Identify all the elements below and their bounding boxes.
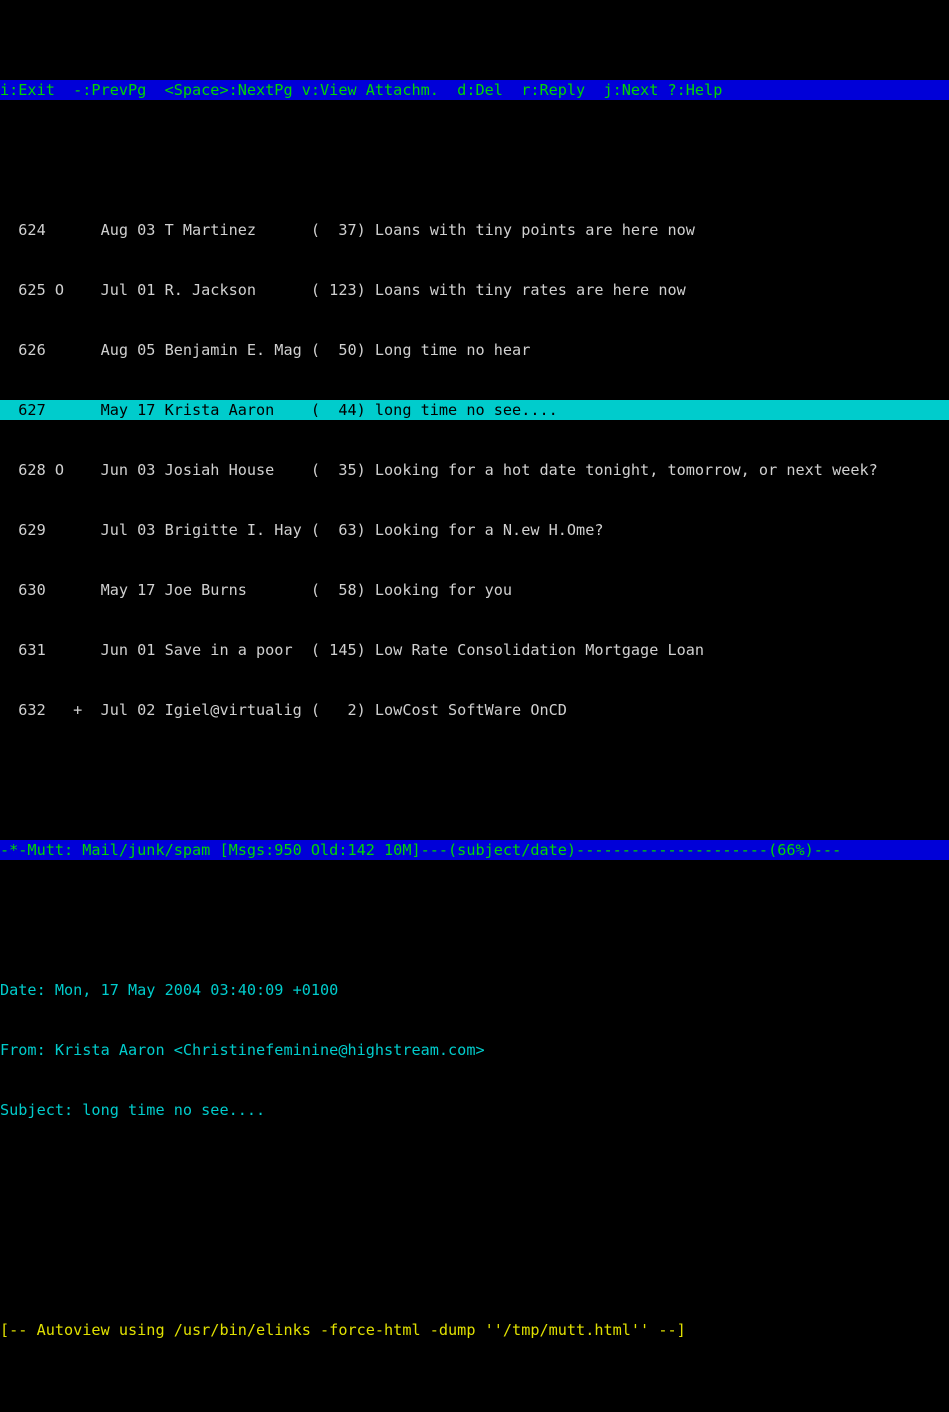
index-row-630[interactable]: 630 May 17 Joe Burns ( 58) Looking for y… xyxy=(0,580,949,600)
terminal-screen: i:Exit -:PrevPg <Space>:NextPg v:View At… xyxy=(0,0,949,1339)
index-status-bar: -*-Mutt: Mail/junk/spam [Msgs:950 Old:14… xyxy=(0,840,949,860)
index-row-631[interactable]: 631 Jun 01 Save in a poor ( 145) Low Rat… xyxy=(0,640,949,660)
header-from: From: Krista Aaron <Christinefeminine@hi… xyxy=(0,1041,485,1059)
header-date: Date: Mon, 17 May 2004 03:40:09 +0100 xyxy=(0,981,339,999)
message-index-list[interactable]: 624 Aug 03 T Martinez ( 37) Loans with t… xyxy=(0,180,949,760)
index-row-624[interactable]: 624 Aug 03 T Martinez ( 37) Loans with t… xyxy=(0,220,949,240)
autoview-notice: [-- Autoview using /usr/bin/elinks -forc… xyxy=(0,1321,686,1339)
header-subject: Subject: long time no see.... xyxy=(0,1101,266,1119)
index-row-632[interactable]: 632 + Jul 02 Igiel@virtualig ( 2) LowCos… xyxy=(0,700,949,720)
index-row-629[interactable]: 629 Jul 03 Brigitte I. Hay ( 63) Looking… xyxy=(0,520,949,540)
message-headers: Date: Mon, 17 May 2004 03:40:09 +0100 Fr… xyxy=(0,940,949,1160)
index-row-626[interactable]: 626 Aug 05 Benjamin E. Mag ( 50) Long ti… xyxy=(0,340,949,360)
help-bar[interactable]: i:Exit -:PrevPg <Space>:NextPg v:View At… xyxy=(0,80,949,100)
index-row-628[interactable]: 628 O Jun 03 Josiah House ( 35) Looking … xyxy=(0,460,949,480)
index-row-625[interactable]: 625 O Jul 01 R. Jackson ( 123) Loans wit… xyxy=(0,280,949,300)
index-row-627-selected[interactable]: 627 May 17 Krista Aaron ( 44) long time … xyxy=(0,400,949,420)
